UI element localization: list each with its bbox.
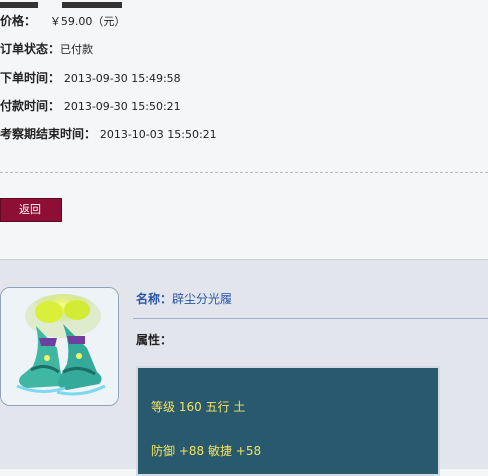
pay-time-label: 付款时间： — [0, 99, 61, 113]
pay-time-row: 付款时间： 2013-09-30 15:50:21 — [0, 97, 181, 115]
attr-line-1: 等级 160 五行 土 — [151, 400, 246, 414]
dashed-divider — [0, 172, 488, 173]
review-end-row: 考察期结束时间： 2013-10-03 15:50:21 — [0, 125, 217, 143]
review-end-value: 2013-10-03 15:50:21 — [99, 128, 217, 141]
pay-time-value: 2013-09-30 15:50:21 — [63, 100, 181, 113]
back-button[interactable]: 返回 — [0, 198, 62, 222]
order-time-label: 下单时间： — [0, 71, 61, 85]
cropped-row — [0, 0, 122, 8]
name-underline — [133, 318, 488, 319]
attr-line-2: 防御 +88 敏捷 +58 — [151, 444, 262, 458]
item-panel: 名称：辟尘分光履 属性： 等级 160 五行 土 防御 +88 敏捷 +58 — [0, 260, 488, 476]
item-name-value: 辟尘分光履 — [172, 292, 233, 306]
attr-line-cropped — [151, 464, 181, 470]
price-row: 价格： ￥59.00（元） — [0, 12, 125, 30]
status-row: 订单状态：已付款 — [0, 40, 93, 58]
item-name-row: 名称：辟尘分光履 — [136, 289, 232, 309]
price-label: 价格： — [0, 14, 37, 28]
order-time-row: 下单时间： 2013-09-30 15:49:58 — [0, 69, 181, 87]
order-info-panel: 价格： ￥59.00（元） 订单状态：已付款 下单时间： 2013-09-30 … — [0, 0, 488, 259]
item-image — [0, 287, 119, 406]
item-attr-box: 等级 160 五行 土 防御 +88 敏捷 +58 — [136, 366, 440, 476]
status-label: 订单状态： — [0, 42, 61, 56]
review-end-label: 考察期结束时间： — [0, 127, 97, 141]
boots-icon — [1, 288, 118, 405]
item-name-label: 名称： — [136, 292, 173, 306]
order-time-value: 2013-09-30 15:49:58 — [63, 72, 181, 85]
status-value: 已付款 — [60, 43, 94, 56]
price-value: ￥59.00（元） — [49, 15, 126, 28]
item-attr-label: 属性： — [136, 333, 173, 347]
